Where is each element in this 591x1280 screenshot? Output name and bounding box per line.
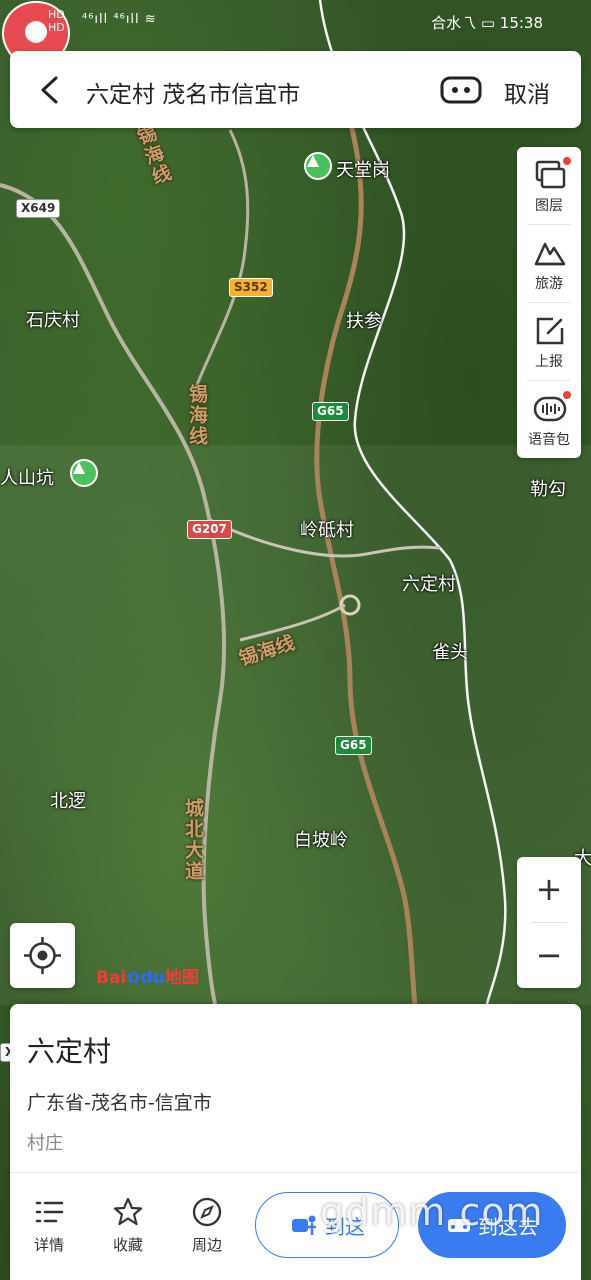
tool-label: 图层 bbox=[535, 198, 563, 214]
tool-layers[interactable]: 图层 bbox=[517, 147, 581, 224]
tool-label: 旅游 bbox=[535, 276, 563, 292]
cancel-button[interactable]: 取消 bbox=[504, 75, 550, 109]
tool-tourism[interactable]: 旅游 bbox=[517, 225, 581, 302]
action-label: 收藏 bbox=[112, 1236, 143, 1254]
road-label: 城北大道 bbox=[182, 798, 204, 882]
status-right: 合水乁 ▭ 15:38 bbox=[431, 14, 543, 32]
place-label[interactable]: 扶参 bbox=[346, 307, 382, 333]
place-label[interactable]: 人山坑 bbox=[0, 464, 54, 490]
map-tools-panel: 图层 旅游 上报 语音包 bbox=[517, 147, 581, 458]
place-label[interactable]: 天堂岗 bbox=[336, 156, 390, 182]
place-label[interactable]: 岭砥村 bbox=[300, 516, 354, 542]
zoom-in-button[interactable]: + bbox=[517, 857, 581, 922]
action-label: 周边 bbox=[191, 1236, 222, 1254]
road-shield: G65 bbox=[335, 736, 372, 755]
compass-icon bbox=[192, 1197, 222, 1227]
place-label[interactable]: 石庆村 bbox=[26, 306, 80, 332]
report-icon bbox=[536, 317, 564, 345]
place-label[interactable]: 雀头 bbox=[432, 638, 468, 664]
zoom-control: + − bbox=[517, 857, 581, 988]
star-icon bbox=[113, 1197, 143, 1226]
search-query[interactable]: 六定村 茂名市信宜市 bbox=[86, 75, 300, 109]
signal-indicator: ⁴⁶ıll ⁴⁶ıll ≋ bbox=[82, 12, 157, 27]
tool-voice-pack[interactable]: 语音包 bbox=[517, 381, 581, 458]
crosshair-icon bbox=[24, 937, 61, 974]
status-bar: HD HD ⁴⁶ıll ⁴⁶ıll ≋ 合水乁 ▭ 15:38 bbox=[0, 0, 591, 44]
place-type: 村庄 bbox=[27, 1133, 63, 1154]
locate-me-button[interactable] bbox=[10, 923, 75, 988]
favorite-button[interactable]: 收藏 bbox=[98, 1196, 158, 1255]
selected-place-label[interactable]: 六定村 bbox=[402, 570, 456, 596]
zoom-out-button[interactable]: − bbox=[517, 923, 581, 988]
place-card[interactable]: 六定村 广东省-茂名市-信宜市 村庄 详情 收藏 周边 到这 到这去 bbox=[10, 1004, 581, 1280]
place-label[interactable]: 勒勾 bbox=[530, 475, 566, 501]
baidu-map-logo: Bai✿du地图 bbox=[96, 968, 199, 988]
divider bbox=[10, 1172, 581, 1173]
tourism-icon bbox=[534, 242, 566, 266]
list-icon bbox=[35, 1201, 64, 1223]
badge-dot bbox=[563, 391, 571, 399]
ride-icon bbox=[292, 1215, 316, 1235]
mountain-poi-icon[interactable] bbox=[70, 459, 98, 487]
place-label[interactable]: 白坡岭 bbox=[294, 826, 348, 852]
action-label: 详情 bbox=[33, 1236, 64, 1254]
place-label[interactable]: 北逻 bbox=[50, 787, 86, 813]
tool-report[interactable]: 上报 bbox=[517, 303, 581, 380]
hd-indicator: HD HD bbox=[48, 8, 65, 34]
search-bar: 六定村 茂名市信宜市 取消 bbox=[10, 51, 581, 128]
road-shield: X649 bbox=[16, 199, 61, 218]
layers-icon bbox=[535, 160, 566, 189]
paw-icon: ✿ bbox=[126, 968, 141, 988]
voice-pack-icon bbox=[533, 396, 567, 422]
tool-label: 语音包 bbox=[528, 432, 570, 448]
place-address: 广东省-茂名市-信宜市 bbox=[27, 1092, 212, 1114]
road-label: 锡海线 bbox=[186, 384, 208, 447]
mountain-poi-icon[interactable] bbox=[304, 152, 332, 180]
place-name: 六定村 bbox=[27, 1035, 112, 1068]
road-shield: G207 bbox=[187, 520, 232, 539]
nearby-search-button[interactable]: 周边 bbox=[177, 1196, 237, 1255]
badge-dot bbox=[563, 157, 571, 165]
watermark: gdmm.com bbox=[320, 1190, 544, 1234]
tool-label: 上报 bbox=[535, 354, 563, 370]
voice-assistant-icon[interactable] bbox=[440, 75, 482, 105]
road-shield: S352 bbox=[229, 278, 273, 297]
back-arrow-icon[interactable] bbox=[34, 73, 66, 107]
road-shield: G65 bbox=[312, 402, 349, 421]
details-button[interactable]: 详情 bbox=[19, 1196, 79, 1255]
